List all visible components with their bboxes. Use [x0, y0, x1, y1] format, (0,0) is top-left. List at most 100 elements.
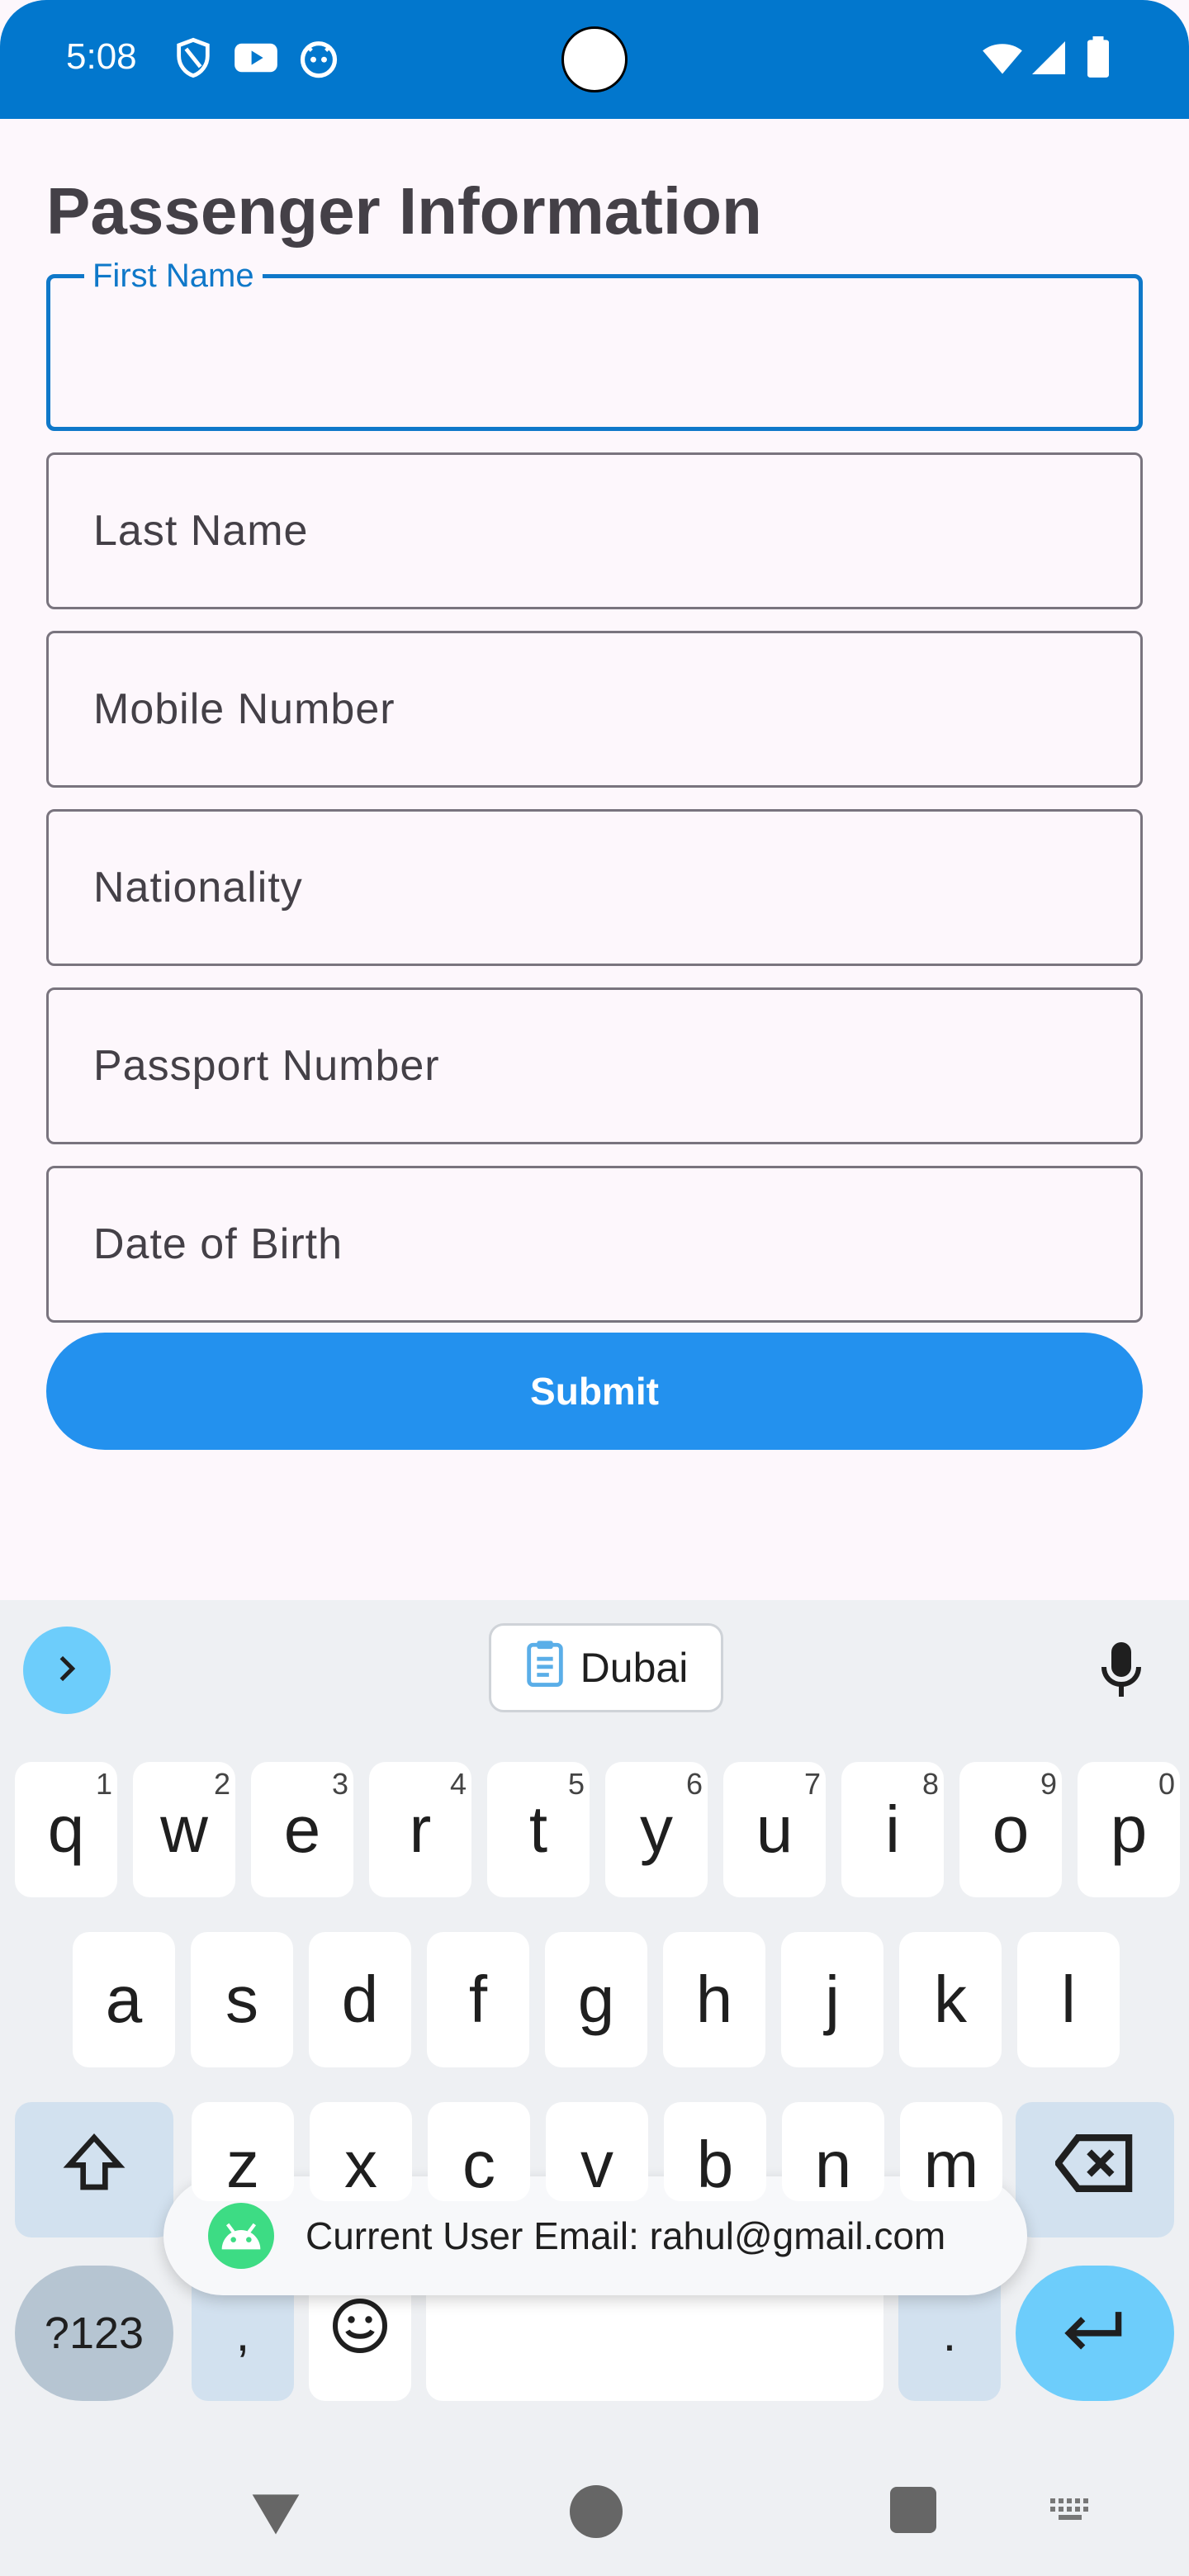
- key-label: d: [341, 1963, 379, 2036]
- shift-key[interactable]: [15, 2102, 173, 2237]
- nationality-field[interactable]: Nationality: [46, 809, 1143, 966]
- key-label: q: [47, 1792, 85, 1866]
- key-w[interactable]: w2: [133, 1762, 235, 1897]
- key-hint: 8: [921, 1767, 939, 1801]
- key-l[interactable]: l: [1017, 1932, 1120, 2067]
- first-name-field[interactable]: [46, 274, 1143, 431]
- key-hint: 2: [213, 1767, 230, 1801]
- date-of-birth-placeholder: Date of Birth: [93, 1220, 343, 1268]
- key-label: f: [468, 1963, 488, 2036]
- key-label: g: [577, 1963, 615, 2036]
- key-hint: 1: [95, 1767, 112, 1801]
- key-hint: 6: [685, 1767, 703, 1801]
- key-label: j: [825, 1963, 840, 2036]
- battery-icon: [1083, 36, 1126, 79]
- key-h[interactable]: h: [663, 1932, 765, 2067]
- key-label: t: [528, 1792, 548, 1866]
- key-k[interactable]: k: [899, 1932, 1002, 2067]
- key-label: m: [923, 2128, 979, 2201]
- chevron-right-icon: [50, 1652, 83, 1689]
- key-label: u: [756, 1792, 793, 1866]
- toolbar-expand-button[interactable]: [23, 1627, 111, 1714]
- key-f[interactable]: f: [427, 1932, 529, 2067]
- mobile-number-field[interactable]: Mobile Number: [46, 631, 1143, 788]
- backspace-key[interactable]: [1016, 2102, 1174, 2237]
- date-of-birth-field[interactable]: Date of Birth: [46, 1166, 1143, 1323]
- key-u[interactable]: u7: [723, 1762, 826, 1897]
- key-label: k: [934, 1963, 967, 2036]
- key-x[interactable]: x: [310, 2102, 412, 2201]
- keyboard-switch-icon[interactable]: [1047, 2493, 1097, 2531]
- key-label: w: [160, 1792, 208, 1866]
- key-e[interactable]: e3: [251, 1762, 353, 1897]
- key-p[interactable]: p0: [1078, 1762, 1180, 1897]
- mobile-number-placeholder: Mobile Number: [93, 685, 396, 733]
- backspace-icon: [1054, 2132, 1135, 2208]
- key-hint: 4: [449, 1767, 467, 1801]
- passport-number-placeholder: Passport Number: [93, 1042, 440, 1090]
- key-o[interactable]: o9: [959, 1762, 1062, 1897]
- key-d[interactable]: d: [309, 1932, 411, 2067]
- key-g[interactable]: g: [545, 1932, 647, 2067]
- key-hint: 5: [567, 1767, 585, 1801]
- shift-icon: [61, 2129, 127, 2211]
- key-v[interactable]: v: [546, 2102, 648, 2201]
- shield-icon: [172, 36, 215, 79]
- key-hint: 3: [331, 1767, 348, 1801]
- front-camera: [561, 26, 628, 92]
- key-z[interactable]: z: [192, 2102, 294, 2201]
- key-label: b: [696, 2128, 734, 2201]
- keyboard: [0, 1600, 1189, 2576]
- microphone-icon[interactable]: [1097, 1640, 1146, 1699]
- key-label: y: [640, 1792, 673, 1866]
- key-q[interactable]: q1: [15, 1762, 117, 1897]
- nav-recents-button[interactable]: [890, 2487, 936, 2533]
- last-name-field[interactable]: Last Name: [46, 452, 1143, 609]
- key-label: r: [409, 1792, 432, 1866]
- key-label: p: [1110, 1792, 1148, 1866]
- clipboard-suggestion-chip[interactable]: Dubai: [489, 1623, 723, 1712]
- nav-back-icon[interactable]: [248, 2488, 304, 2542]
- key-label: h: [695, 1963, 733, 2036]
- clipboard-icon: [524, 1639, 566, 1697]
- toast-message: Current User Email: rahul@gmail.com: [306, 2214, 946, 2257]
- android-head-icon: [297, 36, 340, 79]
- first-name-label: First Name: [84, 258, 263, 295]
- key-y[interactable]: y6: [605, 1762, 708, 1897]
- nationality-placeholder: Nationality: [93, 864, 303, 912]
- key-label: x: [344, 2128, 377, 2201]
- submit-button[interactable]: Submit: [46, 1333, 1143, 1450]
- key-label: v: [580, 2128, 613, 2201]
- android-icon: [208, 2203, 274, 2269]
- key-hint: 9: [1040, 1767, 1057, 1801]
- page-title: Passenger Information: [46, 174, 762, 248]
- status-time: 5:08: [66, 36, 137, 77]
- key-label: o: [992, 1792, 1030, 1866]
- key-label: e: [283, 1792, 321, 1866]
- key-label: n: [814, 2128, 852, 2201]
- youtube-icon: [233, 36, 277, 79]
- nav-home-button[interactable]: [570, 2485, 623, 2538]
- key-n[interactable]: n: [782, 2102, 884, 2201]
- passport-number-field[interactable]: Passport Number: [46, 987, 1143, 1144]
- clipboard-suggestion-text: Dubai: [580, 1645, 689, 1691]
- wifi-icon: [979, 36, 1022, 79]
- key-label: l: [1061, 1963, 1076, 2036]
- key-label: i: [885, 1792, 900, 1866]
- last-name-placeholder: Last Name: [93, 507, 309, 555]
- key-a[interactable]: a: [73, 1932, 175, 2067]
- key-s[interactable]: s: [191, 1932, 293, 2067]
- symbols-key[interactable]: ?123: [15, 2266, 173, 2401]
- key-t[interactable]: t5: [487, 1762, 590, 1897]
- key-r[interactable]: r4: [369, 1762, 471, 1897]
- key-b[interactable]: b: [664, 2102, 766, 2201]
- emoji-icon: [330, 2295, 390, 2371]
- key-m[interactable]: m: [900, 2102, 1002, 2201]
- key-label: s: [225, 1963, 258, 2036]
- enter-icon: [1062, 2295, 1128, 2371]
- key-j[interactable]: j: [781, 1932, 883, 2067]
- key-label: a: [105, 1963, 143, 2036]
- key-i[interactable]: i8: [841, 1762, 944, 1897]
- key-c[interactable]: c: [428, 2102, 530, 2201]
- enter-key[interactable]: [1016, 2266, 1174, 2401]
